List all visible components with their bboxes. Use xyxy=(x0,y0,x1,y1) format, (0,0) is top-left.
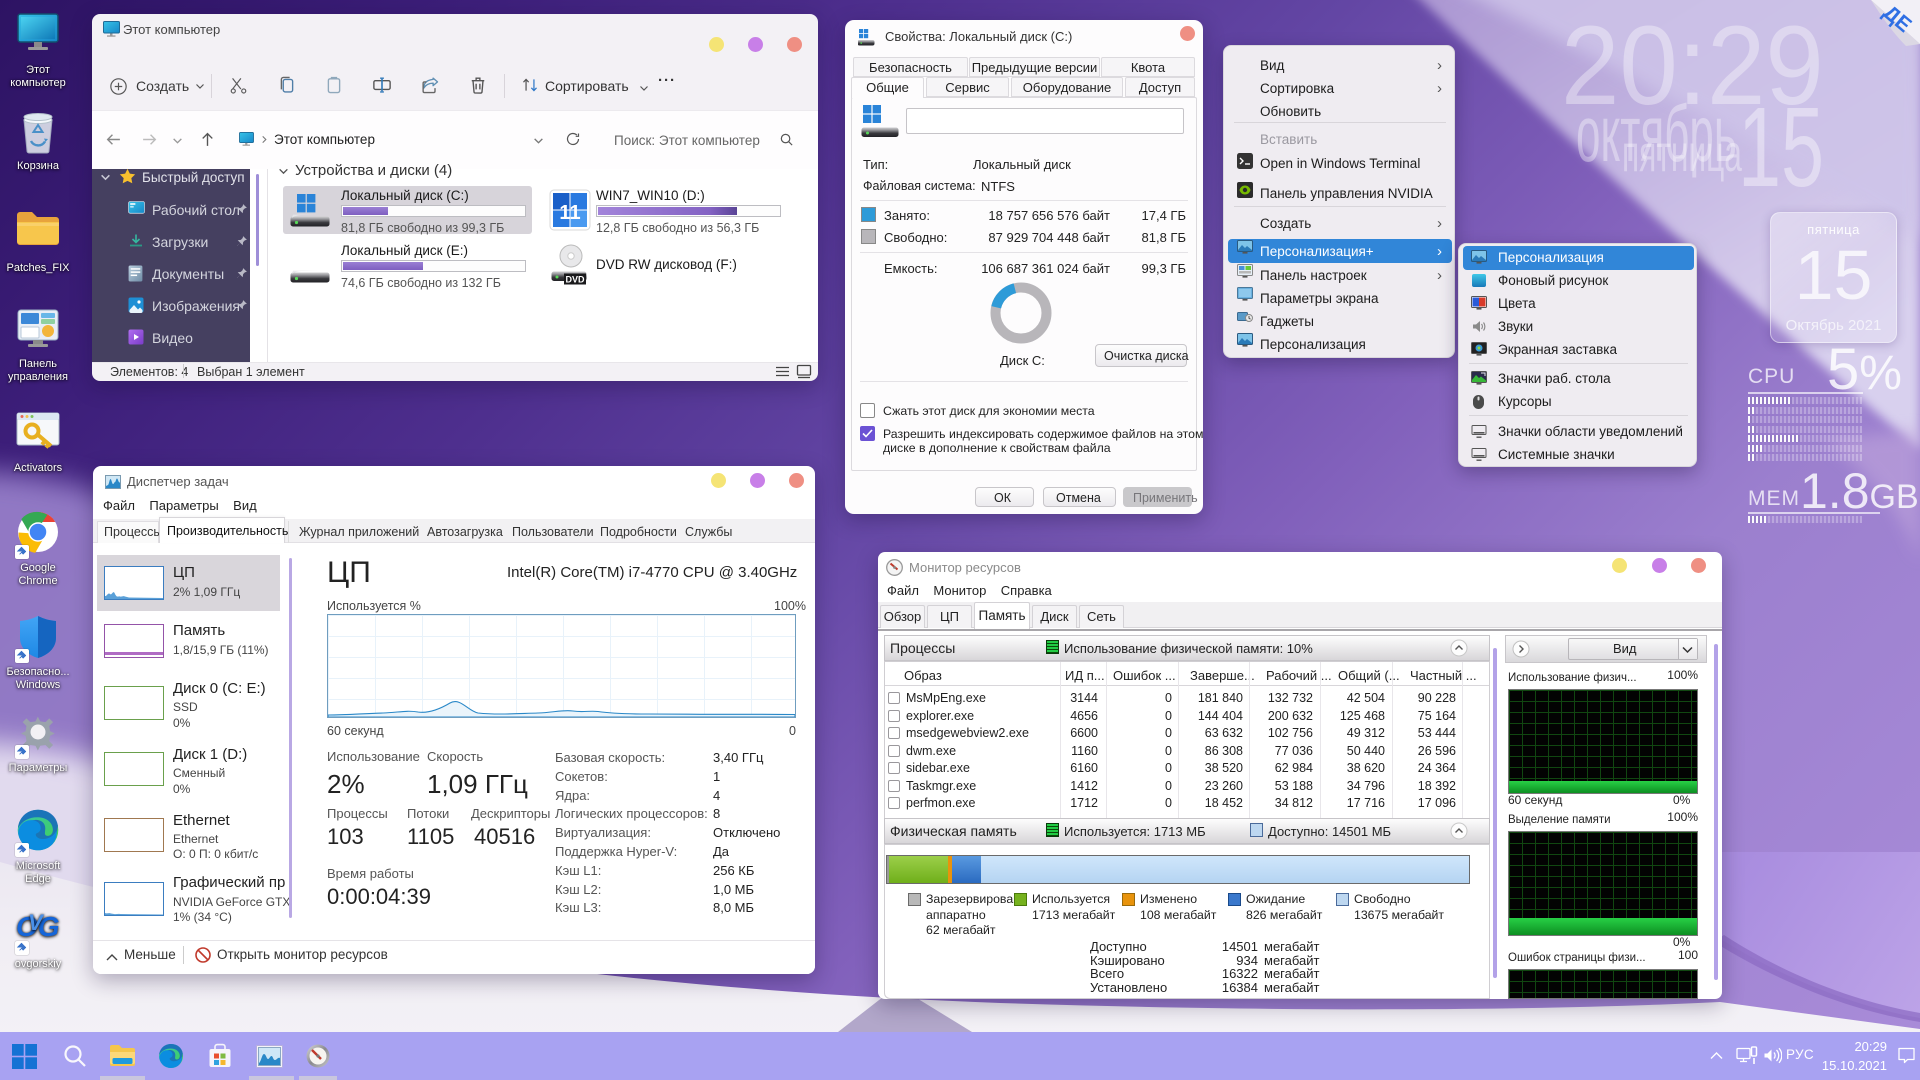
svg-text:V: V xyxy=(28,910,45,935)
svg-text:11: 11 xyxy=(559,202,580,224)
svg-text:DVD: DVD xyxy=(565,275,585,285)
